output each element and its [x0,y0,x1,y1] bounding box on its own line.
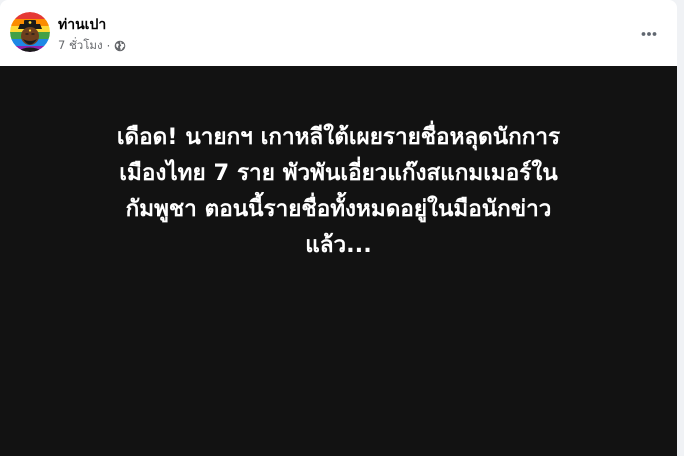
post-media-text: เดือด! นายกฯ เกาหลีใต้เผยรายชื่อหลุดนักก… [0,119,677,263]
post-text-line: กัมพูชา ตอนนี้รายชื่อทั้งหมดอยู่ในมือนัก… [125,196,552,222]
post-text-line: เดือด! นายกฯ เกาหลีใต้เผยรายชื่อหลุดนักก… [116,124,561,150]
post-text-line: เมืองไทย 7 ราย พัวพันเอี่ยวแก๊งสแกมเมอร์… [119,160,558,186]
facebook-post: ท่านเปา 7 ชั่วโมง · เดือด! นายกฯ เกาหลีใ… [0,0,677,456]
post-header: ท่านเปา 7 ชั่วโมง · [0,0,677,66]
judge-bao-avatar-icon [10,12,50,52]
post-meta: 7 ชั่วโมง · [58,37,126,55]
post-timestamp[interactable]: 7 ชั่วโมง [58,37,103,55]
meta-separator: · [106,39,111,53]
author-name[interactable]: ท่านเปา [58,14,106,36]
post-text-line: แล้ว... [305,232,372,258]
globe-icon[interactable] [114,40,126,52]
more-options-button[interactable] [633,18,665,50]
author-avatar[interactable] [10,12,50,52]
more-horizontal-icon [641,32,657,36]
